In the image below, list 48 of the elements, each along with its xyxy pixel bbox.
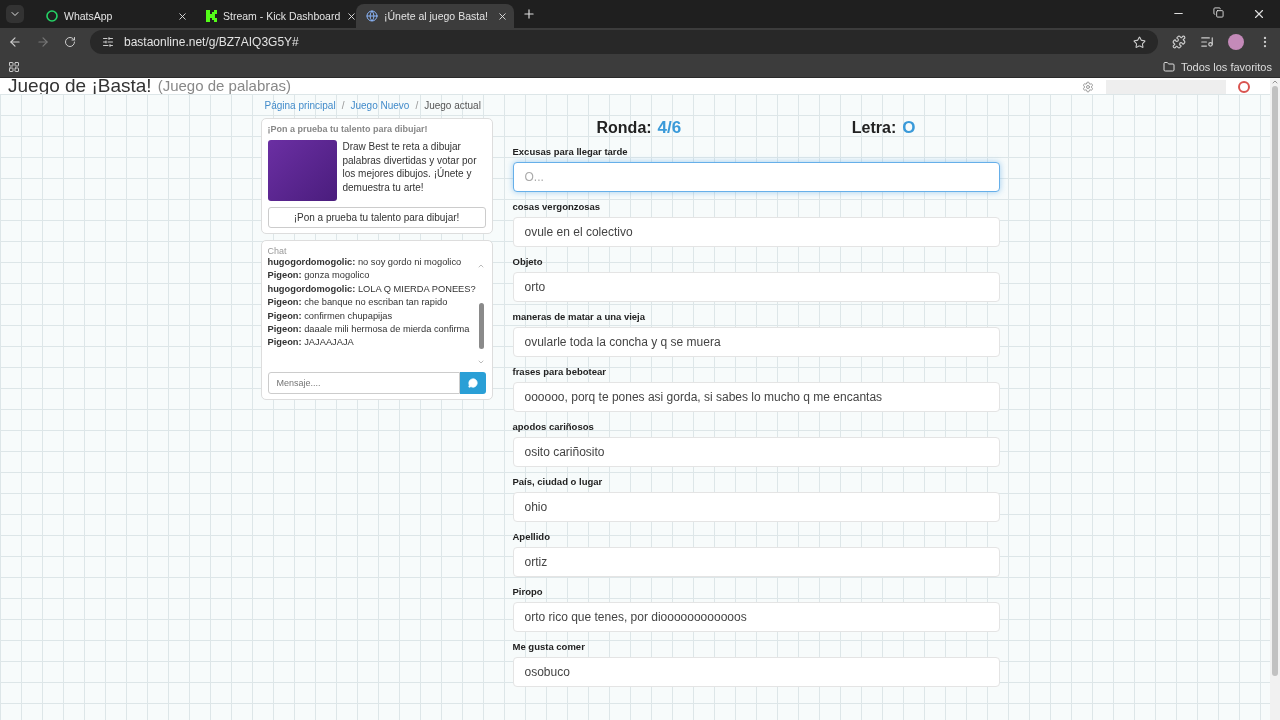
answer-field[interactable]: osobuco [512,657,1000,687]
field-label: País, ciudad o lugar [512,476,604,487]
answer-field[interactable]: ortiz [512,547,1000,577]
letter-value: O [902,118,916,138]
round-label: Ronda: [596,119,652,137]
chat-message: Pigeon: JAJAAJAJA [267,336,355,350]
chat-message: Pigeon: gonza mogolico [267,269,371,283]
bookmarks-folder[interactable]: Todos los favoritos [1180,60,1272,73]
chat-message: hugogordomogolic: no soy gordo ni mogolico [267,256,463,269]
chat-message: hugogordomogolic: LOLA Q MIERDA PONEES? [267,282,477,296]
promo-text: Draw Best te reta a dibujar palabras divertidas y votar por los mejores dibujos. ¡Únete y demuestra tu arte! [342,140,478,195]
breadcrumb-separator: / [341,99,345,111]
breadcrumb-current[interactable]: Juego actual [424,99,481,111]
chat-message: Pigeon: che banque no escriban tan rapido [267,296,449,310]
field-label: maneras de matar a una vieja [512,311,647,322]
chat-message: Pigeon: confirmen chupapijas [267,309,394,323]
breadcrumb-link[interactable]: Juego Nuevo [350,99,410,111]
chat-title: Chat [267,246,288,256]
page-title: Juego de ¡Basta! [8,78,152,94]
message-input[interactable]: Mensaje.... [267,372,460,394]
page-subtitle: (Juego de palabras) [157,78,292,94]
field-label: Me gusta comer [512,641,586,652]
round-value: 4/6 [657,118,682,138]
letter-label: Letra: [851,119,897,137]
answer-field[interactable]: ohio [512,492,1000,522]
answer-field[interactable]: oooooo, porq te pones asi gorda, si sabes lo mucho q me encantas [512,382,1000,412]
field-label: Objeto [512,256,544,267]
field-label: frases para bebotear [512,366,607,377]
breadcrumb-separator: / [415,99,419,111]
field-label: Apellido [512,531,551,542]
field-label: Piropo [512,586,544,597]
browser-tab[interactable]: WhatsApp [36,4,194,28]
browser-tab[interactable]: Stream - Kick Dashboard [196,4,354,28]
field-label: apodos cariñosos [512,421,595,432]
chat-message: Pigeon: daaale mili hermosa de mierda confirma [267,323,471,337]
breadcrumb-link[interactable]: Página principal [264,99,336,111]
address-bar[interactable]: bastaonline.net/g/BZ7AIQ3G5Y# [90,30,1158,54]
promo-button[interactable]: ¡Pon a prueba tu talento para dibujar! [267,207,486,228]
browser-tab[interactable]: ¡Únete al juego Basta! [356,4,514,28]
answer-field[interactable]: ovule en el colectivo [512,217,1000,247]
promo-heading: ¡Pon a prueba tu talento para dibujar! [267,124,429,134]
answer-field[interactable]: orto [512,272,1000,302]
field-label: Excusas para llegar tarde [512,146,629,157]
answer-field[interactable]: ovularle toda la concha y q se muera [512,327,1000,357]
field-label: cosas vergonzosas [512,201,602,212]
answer-field[interactable]: O... [512,162,1000,192]
answer-field[interactable]: orto rico que tenes, por dioooooooooooos [512,602,1000,632]
answer-field[interactable]: osito cariñosito [512,437,1000,467]
